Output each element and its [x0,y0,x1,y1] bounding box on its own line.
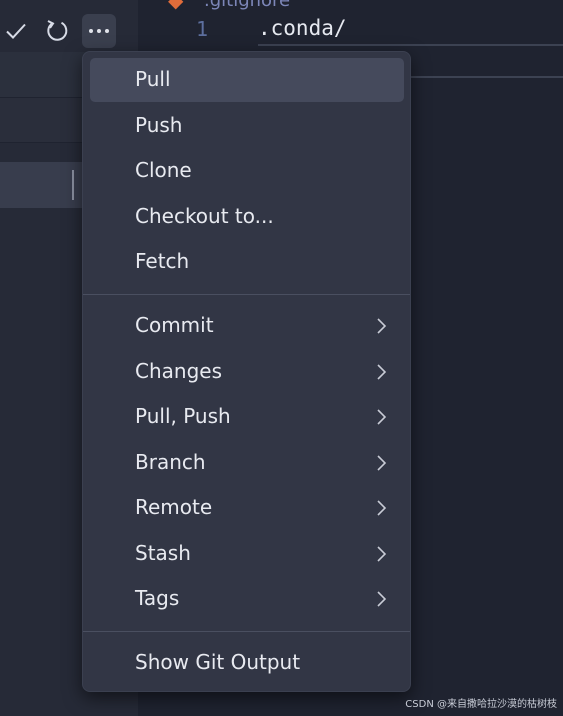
menu-item-label: Changes [135,359,222,383]
menu-item-clone[interactable]: Clone [90,149,404,193]
refresh-icon [47,20,68,41]
source-control-toolbar [0,0,138,52]
chevron-right-icon [377,409,387,425]
editor-tab-name[interactable]: .gitignore [204,0,290,11]
menu-item-show-git-output[interactable]: Show Git Output [90,641,404,685]
code-line-1[interactable]: .conda/ [258,16,347,40]
menu-item-label: Commit [135,313,214,337]
menu-item-label: Remote [135,495,213,519]
menu-item-push[interactable]: Push [90,104,404,148]
menu-item-changes[interactable]: Changes [90,350,404,394]
menu-item-label: Checkout to... [135,204,274,228]
watermark: CSDN @来自撒哈拉沙漠的枯树枝 [405,699,557,710]
commit-button[interactable] [0,14,33,48]
check-icon [6,23,26,39]
chevron-right-icon [377,546,387,562]
line-number: 1 [196,17,209,41]
menu-item-commit[interactable]: Commit [90,304,404,348]
menu-item-label: Branch [135,450,206,474]
menu-item-checkout[interactable]: Checkout to... [90,195,404,239]
menu-item-label: Pull, Push [135,404,231,428]
git-file-icon: ◆ [168,0,184,12]
menu-item-tags[interactable]: Tags [90,577,404,621]
editor-line-highlight [258,44,563,46]
git-actions-menu: Pull Push Clone Checkout to... Fetch Com… [82,51,411,692]
menu-item-remote[interactable]: Remote [90,486,404,530]
menu-item-branch[interactable]: Branch [90,441,404,485]
chevron-right-icon [377,500,387,516]
chevron-right-icon [377,591,387,607]
menu-item-label: Pull [135,67,171,91]
more-icon [89,29,109,33]
menu-item-label: Stash [135,541,191,565]
refresh-button[interactable] [40,14,74,48]
menu-item-stash[interactable]: Stash [90,532,404,576]
menu-item-pull[interactable]: Pull [90,58,404,102]
chevron-right-icon [377,455,387,471]
chevron-right-icon [377,364,387,380]
chevron-right-icon [377,318,387,334]
menu-item-label: Tags [135,586,180,610]
menu-separator [83,294,410,295]
menu-item-pull-push[interactable]: Pull, Push [90,395,404,439]
menu-item-fetch[interactable]: Fetch [90,240,404,284]
menu-separator [83,631,410,632]
text-cursor [72,170,74,200]
menu-item-label: Show Git Output [135,650,301,674]
menu-item-label: Clone [135,158,192,182]
menu-item-label: Push [135,113,183,137]
more-actions-button[interactable] [82,14,116,48]
menu-item-label: Fetch [135,249,190,273]
